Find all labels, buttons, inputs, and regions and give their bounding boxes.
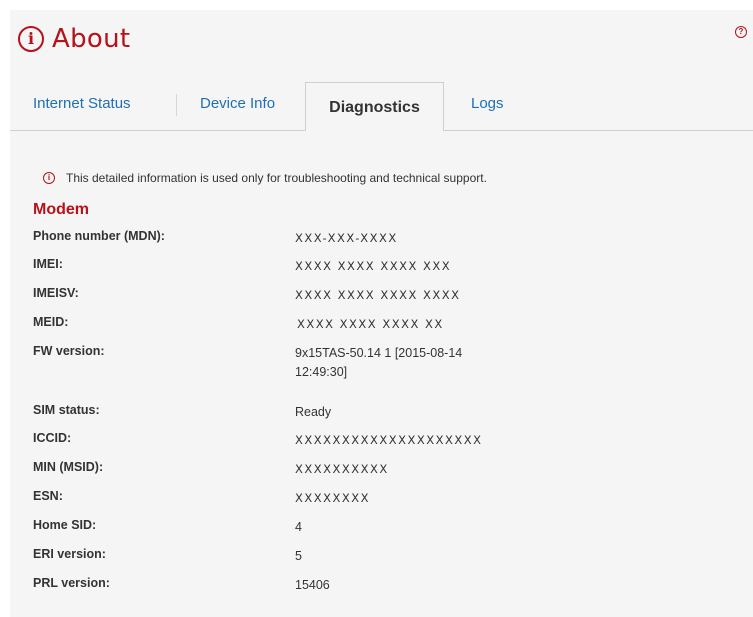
row-label: SIM status: bbox=[33, 403, 100, 417]
tab-logs[interactable]: Logs bbox=[471, 95, 504, 112]
row-value: 4 bbox=[295, 520, 302, 534]
row-value: XXXXXXXXXXXXXXXXXXXX bbox=[295, 433, 483, 447]
row-label: PRL version: bbox=[33, 576, 110, 590]
row-label: ICCID: bbox=[33, 431, 72, 445]
row-value: XXXX XXXX XXXX XX bbox=[297, 317, 444, 331]
section-title-modem: Modem bbox=[33, 201, 89, 218]
tab-internet-status[interactable]: Internet Status bbox=[33, 95, 131, 112]
info-icon: i bbox=[18, 26, 44, 52]
row-label: IMEISV: bbox=[33, 286, 79, 300]
tab-bar: Internet Status Device Info Diagnostics … bbox=[10, 82, 753, 131]
row-value: XXXX XXXX XXXX XXX bbox=[295, 259, 452, 273]
help-icon[interactable]: ? bbox=[735, 26, 747, 38]
page-header: i About bbox=[18, 24, 130, 54]
row-label: ERI version: bbox=[33, 547, 106, 561]
about-panel: i About ? Internet Status Device Info Di… bbox=[10, 10, 753, 617]
row-value: 5 bbox=[295, 549, 302, 563]
row-value: XXXXXXXX bbox=[295, 491, 371, 505]
tab-diagnostics[interactable]: Diagnostics bbox=[305, 82, 444, 130]
row-value: Ready bbox=[295, 405, 332, 419]
info-small-icon: i bbox=[43, 172, 55, 184]
row-value-line2: 12:49:30] bbox=[295, 365, 348, 379]
row-label: Phone number (MDN): bbox=[33, 229, 165, 243]
row-label: MIN (MSID): bbox=[33, 460, 104, 474]
row-label: MEID: bbox=[33, 315, 69, 329]
notice: i This detailed information is used only… bbox=[43, 171, 487, 185]
row-value: XXXX XXXX XXXX XXXX bbox=[295, 288, 461, 302]
row-label: ESN: bbox=[33, 489, 63, 503]
row-label: Home SID: bbox=[33, 518, 97, 532]
row-value: XXX-XXX-XXXX bbox=[295, 231, 398, 245]
page-title: About bbox=[52, 24, 131, 54]
row-value-line1: 9x15TAS-50.14 1 [2015-08-14 bbox=[295, 346, 463, 360]
row-value: 15406 bbox=[295, 578, 330, 592]
row-label: IMEI: bbox=[33, 257, 63, 271]
tab-divider bbox=[176, 94, 177, 116]
notice-text: This detailed information is used only f… bbox=[66, 171, 487, 185]
row-label: FW version: bbox=[33, 344, 105, 358]
tab-device-info[interactable]: Device Info bbox=[200, 95, 275, 112]
row-value: 9x15TAS-50.14 1 [2015-08-14 12:49:30] bbox=[295, 344, 525, 382]
row-value: XXXXXXXXXX bbox=[295, 462, 389, 476]
tab-active-underline-cover bbox=[306, 129, 443, 131]
